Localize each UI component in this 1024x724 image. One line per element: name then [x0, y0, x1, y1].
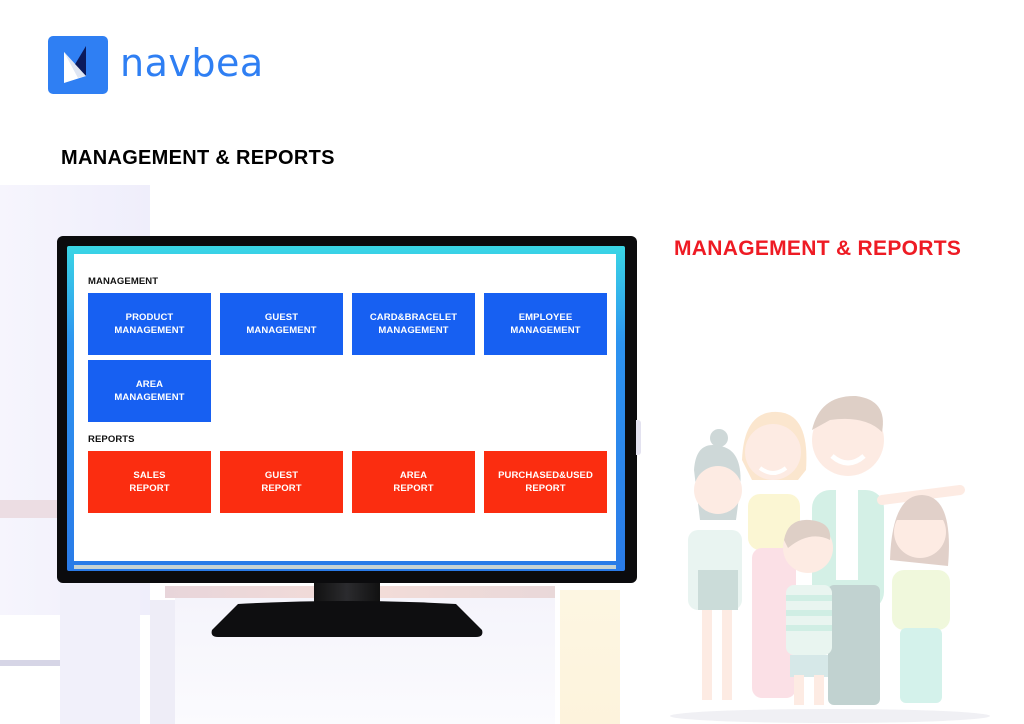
- tile-label: GUEST: [264, 470, 299, 481]
- brand-name: navbea: [120, 41, 264, 85]
- paper-plane-sail-icon: [48, 36, 108, 94]
- management-section-label: MANAGEMENT: [88, 276, 159, 287]
- background-shape: [0, 660, 60, 666]
- tile-label: MANAGEMENT: [114, 392, 185, 403]
- tile-label: MANAGEMENT: [114, 325, 185, 336]
- feature-title: MANAGEMENT & REPORTS: [674, 237, 962, 260]
- employee-management-button[interactable]: EMPLOYEE MANAGEMENT: [484, 293, 607, 355]
- tile-label: REPORT: [525, 483, 566, 494]
- tile-label: CARD&BRACELET: [369, 312, 458, 323]
- tile-label: GUEST: [264, 312, 299, 323]
- background-shape: [60, 585, 140, 724]
- background-shape: [560, 590, 620, 724]
- tile-label: MANAGEMENT: [378, 325, 449, 336]
- monitor: MANAGEMENT PRODUCT MANAGEMENT GUEST MANA…: [57, 236, 637, 583]
- tile-label: PRODUCT: [125, 312, 174, 323]
- tile-label: MANAGEMENT: [246, 325, 317, 336]
- screen-frame: MANAGEMENT PRODUCT MANAGEMENT GUEST MANA…: [67, 246, 625, 571]
- page-title: MANAGEMENT & REPORTS: [61, 147, 335, 169]
- tile-label: REPORT: [261, 483, 302, 494]
- family-group-illustration: [670, 395, 990, 723]
- area-management-button[interactable]: AREA MANAGEMENT: [88, 360, 211, 422]
- monitor-stand-base: [211, 601, 483, 637]
- reports-section-label: REPORTS: [88, 434, 135, 445]
- tile-label: AREA: [135, 379, 164, 390]
- card-bracelet-management-button[interactable]: CARD&BRACELET MANAGEMENT: [352, 293, 475, 355]
- product-management-button[interactable]: PRODUCT MANAGEMENT: [88, 293, 211, 355]
- background-shape: [636, 420, 641, 455]
- app-screen: MANAGEMENT PRODUCT MANAGEMENT GUEST MANA…: [74, 254, 616, 561]
- tile-label: MANAGEMENT: [510, 325, 581, 336]
- purchased-used-report-button[interactable]: PURCHASED&USED REPORT: [484, 451, 607, 513]
- tile-label: AREA: [399, 470, 428, 481]
- tile-label: PURCHASED&USED: [498, 470, 593, 481]
- guest-report-button[interactable]: GUEST REPORT: [220, 451, 343, 513]
- tile-label: EMPLOYEE: [518, 312, 573, 323]
- tile-label: SALES: [133, 470, 166, 481]
- illustration-figure-girl-left: [688, 429, 742, 700]
- area-report-button[interactable]: AREA REPORT: [352, 451, 475, 513]
- brand-logo[interactable]: navbea: [48, 36, 264, 94]
- sales-report-button[interactable]: SALES REPORT: [88, 451, 211, 513]
- tile-label: REPORT: [393, 483, 434, 494]
- guest-management-button[interactable]: GUEST MANAGEMENT: [220, 293, 343, 355]
- illustration-figure-girl-right: [890, 495, 950, 703]
- tile-label: REPORT: [129, 483, 170, 494]
- screen-bottom-edge: [74, 565, 616, 569]
- background-shape: [0, 500, 60, 518]
